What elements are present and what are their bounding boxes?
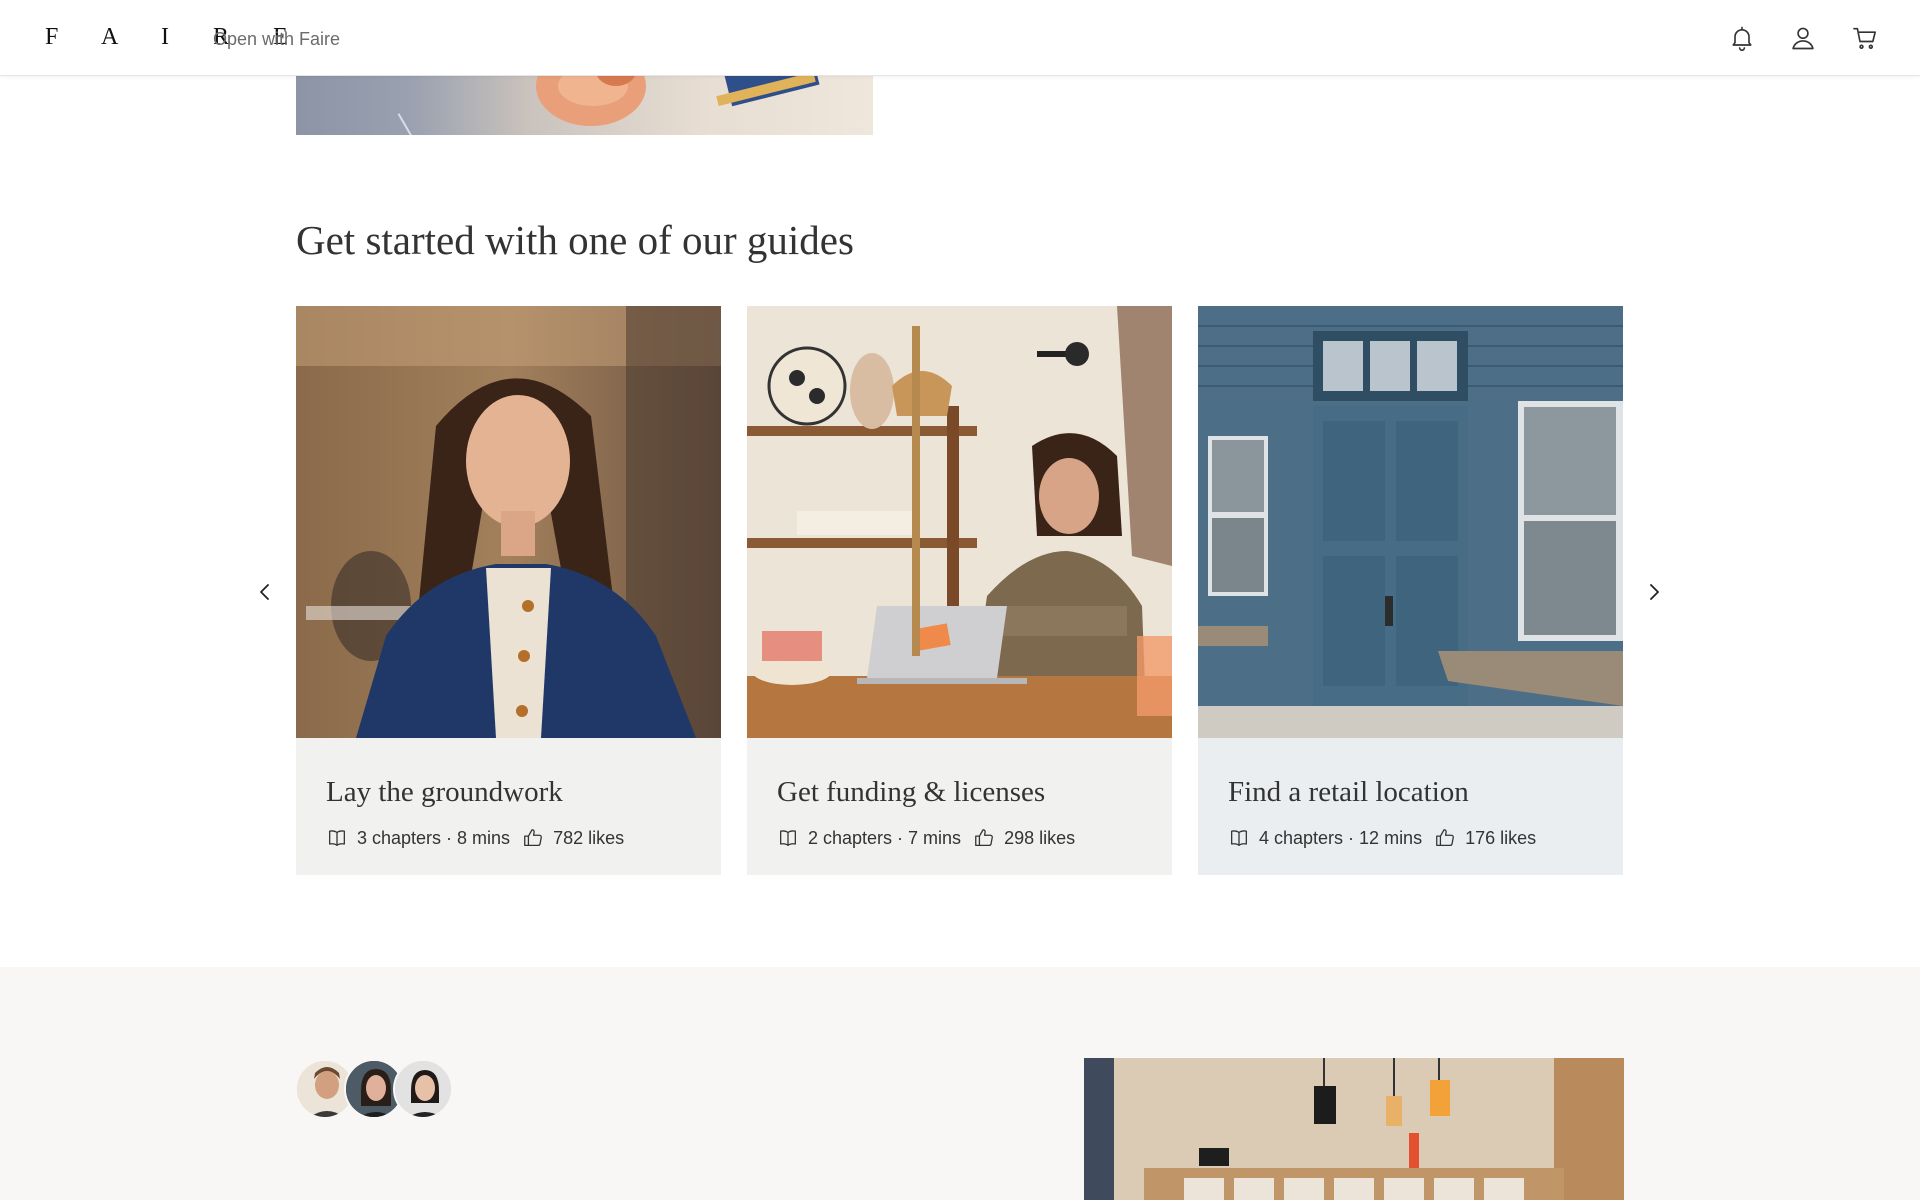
guide-card-body: Find a retail location 4 chapters · 12 m… — [1198, 738, 1623, 875]
bell-icon[interactable] — [1726, 22, 1758, 54]
chapters-time-text: 3 chapters · 8 mins — [357, 828, 511, 848]
chevron-left-icon — [260, 584, 269, 600]
guide-card-lay-the-groundwork[interactable]: Lay the groundwork 3 chapters · 8 mins 7… — [296, 306, 721, 875]
workshop-photo — [1084, 1058, 1624, 1200]
guide-card-body: Lay the groundwork 3 chapters · 8 mins 7… — [296, 738, 721, 875]
guide-card-find-a-retail-location[interactable]: Find a retail location 4 chapters · 12 m… — [1198, 306, 1623, 875]
avatar — [393, 1059, 453, 1119]
guides-section-title: Get started with one of our guides — [296, 217, 854, 263]
top-nav-bar: F A I R E Open with Faire — [0, 0, 1920, 76]
guide-card-image — [747, 306, 1172, 738]
guide-card-title: Find a retail location — [1228, 776, 1469, 808]
likes-count-text: 782 likes — [553, 828, 625, 848]
guide-card-meta: 2 chapters · 7 mins 298 likes — [777, 826, 1075, 850]
hero-image — [296, 76, 873, 135]
thumbs-up-icon — [524, 829, 542, 846]
book-icon — [780, 830, 796, 846]
chevron-right-icon — [1650, 584, 1659, 600]
guide-card-image — [1198, 306, 1623, 738]
guide-card-title: Lay the groundwork — [326, 776, 563, 808]
chapters-time-text: 2 chapters · 7 mins — [808, 828, 962, 848]
guide-card-meta: 4 chapters · 12 mins 176 likes — [1228, 826, 1536, 850]
carousel-prev-button[interactable] — [249, 576, 281, 608]
open-with-faire-link[interactable]: Open with Faire — [213, 27, 340, 51]
guide-card-meta: 3 chapters · 8 mins 782 likes — [326, 826, 624, 850]
chapters-time-text: 4 chapters · 12 mins — [1259, 828, 1423, 848]
book-icon — [1231, 830, 1247, 846]
guide-card-get-funding-licenses[interactable]: Get funding & licenses 2 chapters · 7 mi… — [747, 306, 1172, 875]
thumbs-up-icon — [1436, 829, 1454, 846]
community-section — [0, 967, 1920, 1200]
thumbs-up-icon — [975, 829, 993, 846]
guide-card-image — [296, 306, 721, 738]
guide-card-title: Get funding & licenses — [777, 776, 1046, 808]
user-icon[interactable] — [1787, 22, 1819, 54]
likes-count-text: 176 likes — [1465, 828, 1537, 848]
book-icon — [329, 830, 345, 846]
likes-count-text: 298 likes — [1004, 828, 1076, 848]
guide-card-body: Get funding & licenses 2 chapters · 7 mi… — [747, 738, 1172, 875]
cart-icon[interactable] — [1849, 22, 1881, 54]
carousel-next-button[interactable] — [1638, 576, 1670, 608]
